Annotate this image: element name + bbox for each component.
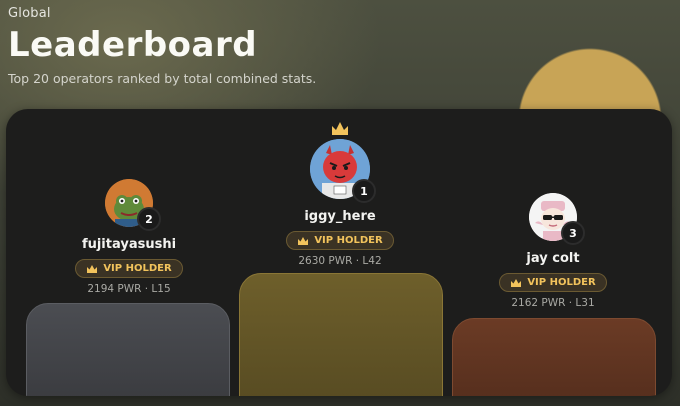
player-stats: 2194 PWR · L15	[87, 283, 171, 295]
crown-icon	[332, 122, 348, 135]
player-name[interactable]: fujitayasushi	[82, 237, 176, 252]
avatar-wrap: 3	[529, 193, 585, 245]
crown-icon	[298, 236, 309, 245]
player-stats: 2162 PWR · L31	[511, 297, 595, 309]
player-card-third[interactable]: 3 jay colt VIP HOLDER 2162 PWR · L31	[478, 193, 628, 309]
rank-badge: 2	[137, 207, 161, 231]
page-title: Leaderboard	[8, 25, 258, 65]
rank-badge: 3	[561, 221, 585, 245]
crown-icon	[87, 264, 98, 273]
badge-label: VIP HOLDER	[527, 277, 596, 288]
player-stats: 2630 PWR · L42	[298, 255, 382, 267]
podium-bar-first	[239, 273, 443, 396]
badge-label: VIP HOLDER	[314, 235, 383, 246]
crown-icon	[511, 278, 522, 287]
podium-bar-third	[452, 318, 656, 396]
badge-label: VIP HOLDER	[103, 263, 172, 274]
vip-holder-badge: VIP HOLDER	[286, 231, 394, 250]
podium-bar-second	[26, 303, 230, 396]
rank-badge: 1	[352, 179, 376, 203]
eyebrow-label: Global	[8, 6, 51, 21]
player-card-second[interactable]: 2 fujitayasushi VIP HOLDER 2194 PWR · L1…	[54, 179, 204, 295]
player-name[interactable]: iggy_here	[304, 209, 375, 224]
leaderboard-podium-panel: 2 fujitayasushi VIP HOLDER 2194 PWR · L1…	[6, 109, 672, 396]
page-subtitle: Top 20 operators ranked by total combine…	[8, 71, 317, 86]
player-card-first[interactable]: 1 iggy_here VIP HOLDER 2630 PWR · L42	[265, 121, 415, 267]
page-header: Global Leaderboard Top 20 operators rank…	[8, 6, 316, 86]
avatar-wrap: 2	[105, 179, 161, 231]
avatar-wrap: 1	[310, 139, 376, 203]
player-name[interactable]: jay colt	[526, 251, 579, 266]
vip-holder-badge: VIP HOLDER	[499, 273, 607, 292]
vip-holder-badge: VIP HOLDER	[75, 259, 183, 278]
